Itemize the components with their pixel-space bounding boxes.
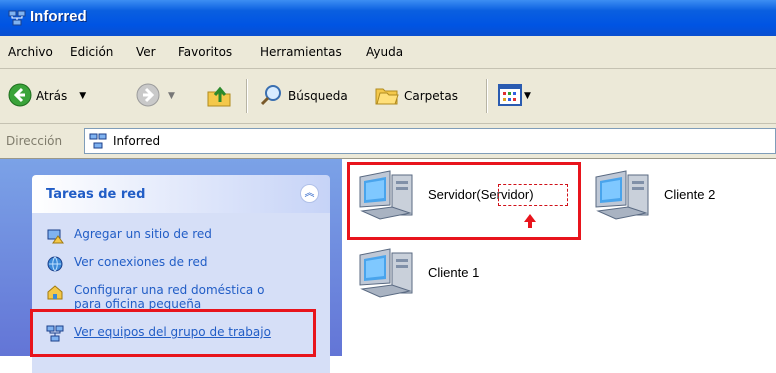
network-folder-icon — [89, 133, 107, 152]
search-label: Búsqueda — [288, 89, 348, 103]
address-bar: Dirección Inforred — [0, 124, 776, 159]
chevron-down-icon[interactable]: ▼ — [79, 91, 86, 101]
views-button[interactable]: ▼ — [498, 69, 531, 123]
add-network-place-icon — [46, 227, 64, 245]
task-home-network-setup[interactable]: Configurar una red doméstica o para ofici… — [46, 283, 264, 311]
task-add-network-place[interactable]: Agregar un sitio de red — [46, 227, 212, 249]
home-network-setup-icon — [46, 283, 64, 301]
computer-item-cliente-2[interactable]: Cliente 2 — [586, 165, 776, 225]
folders-label: Carpetas — [404, 89, 458, 103]
panel-header[interactable]: Tareas de red ︽ — [32, 175, 330, 213]
search-icon — [260, 83, 284, 110]
address-value: Inforred — [113, 134, 161, 148]
menu-bar: Archivo Edición Ver Favoritos Herramient… — [0, 36, 776, 69]
network-connections-icon — [46, 255, 64, 273]
arrow-up-icon — [524, 214, 536, 231]
chevron-down-icon[interactable]: ▼ — [524, 91, 531, 101]
window-title: Inforred — [30, 8, 87, 25]
panel-title: Tareas de red — [46, 187, 146, 202]
title-bar[interactable]: Inforred — [0, 0, 776, 36]
menu-archivo[interactable]: Archivo — [8, 45, 53, 59]
up-folder-icon — [206, 82, 232, 111]
computer-name: Cliente 2 — [664, 187, 716, 202]
views-icon — [498, 83, 522, 109]
task-label: Ver conexiones de red — [74, 255, 208, 269]
back-button[interactable]: Atrás ▼ — [8, 69, 86, 123]
chevron-down-icon[interactable]: ▼ — [168, 91, 175, 101]
task-label: Agregar un sitio de red — [74, 227, 212, 241]
highlight-workgroup-task — [30, 309, 316, 357]
collapse-icon[interactable]: ︽ — [300, 184, 319, 203]
task-label-multiline: Configurar una red doméstica o para ofici… — [74, 283, 264, 311]
menu-favoritos[interactable]: Favoritos — [178, 45, 232, 59]
back-label: Atrás — [36, 89, 68, 103]
toolbar-separator — [246, 79, 248, 113]
task-label-line1: Configurar una red doméstica o — [74, 283, 265, 297]
search-button[interactable]: Búsqueda — [260, 69, 348, 123]
address-input[interactable]: Inforred — [84, 128, 776, 154]
folders-icon — [374, 83, 400, 110]
forward-arrow-icon — [136, 83, 160, 110]
menu-ver[interactable]: Ver — [136, 45, 156, 59]
forward-button[interactable]: ▼ — [136, 69, 175, 123]
computer-item-cliente-1[interactable]: Cliente 1 — [350, 243, 550, 303]
back-arrow-icon — [8, 83, 32, 110]
computer-icon — [590, 169, 654, 228]
computer-icon — [354, 247, 418, 306]
up-folder-button[interactable] — [206, 69, 232, 123]
computer-name: Cliente 1 — [428, 265, 480, 280]
menu-edicion[interactable]: Edición — [70, 45, 113, 59]
folders-button[interactable]: Carpetas — [374, 69, 458, 123]
annotation-dashed-box — [498, 184, 568, 206]
toolbar: Atrás ▼ ▼ Búsqueda Carpetas ▼ — [0, 69, 776, 124]
address-label: Dirección — [6, 134, 63, 148]
task-view-network-connections[interactable]: Ver conexiones de red — [46, 255, 207, 277]
toolbar-separator — [486, 79, 488, 113]
menu-ayuda[interactable]: Ayuda — [366, 45, 403, 59]
menu-herramientas[interactable]: Herramientas — [260, 45, 342, 59]
network-folder-icon — [8, 9, 26, 30]
